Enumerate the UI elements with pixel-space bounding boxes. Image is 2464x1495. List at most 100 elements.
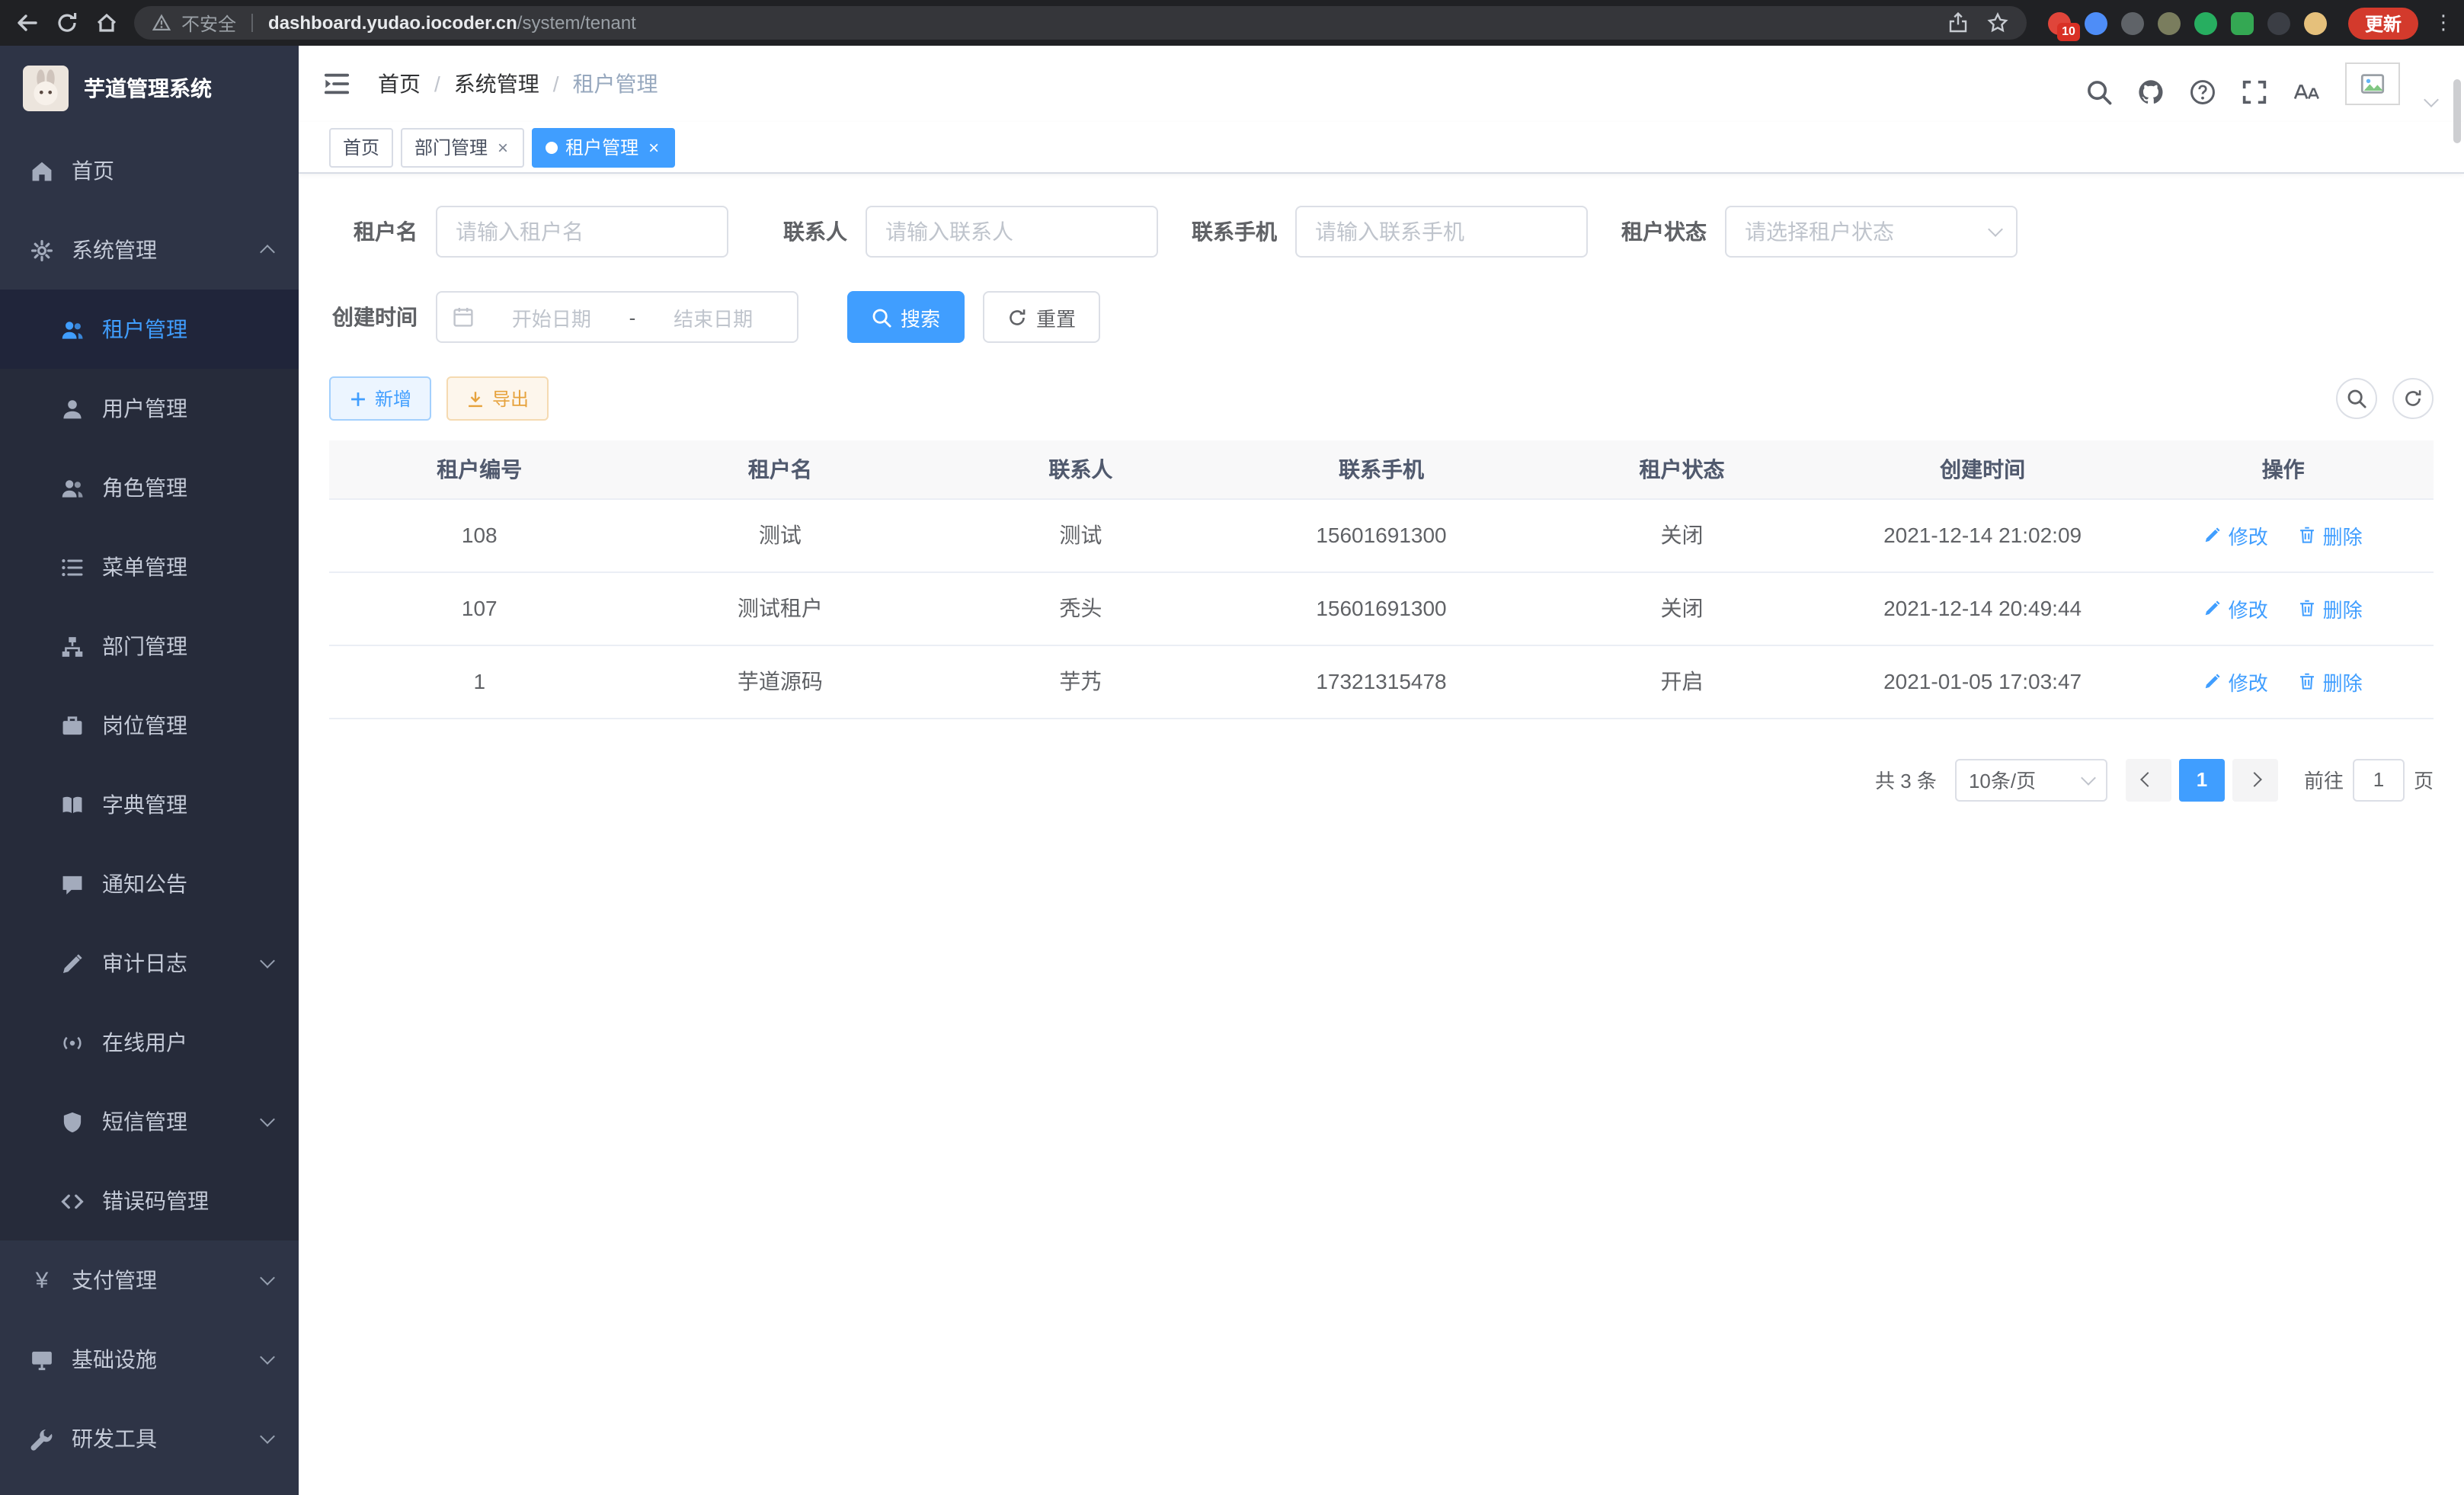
sidebar-item-system-management[interactable]: 系统管理 <box>0 210 299 290</box>
filter-create-time: 创建时间 开始日期 - 结束日期 <box>329 291 798 343</box>
browser-reload-icon[interactable] <box>55 11 79 35</box>
tab-dept-management[interactable]: 部门管理 <box>401 127 524 167</box>
sidebar-item-notice[interactable]: 通知公告 <box>0 844 299 924</box>
address-divider <box>251 14 253 32</box>
font-size-icon[interactable] <box>2293 79 2319 105</box>
delete-link[interactable]: 删除 <box>2299 520 2363 549</box>
close-icon[interactable] <box>646 136 661 158</box>
end-date-placeholder[interactable]: 结束日期 <box>645 303 782 331</box>
sidebar-item-role-management[interactable]: 角色管理 <box>0 448 299 527</box>
sidebar-item-sms-management[interactable]: 短信管理 <box>0 1082 299 1161</box>
goto-page-input[interactable] <box>2353 758 2405 801</box>
sidebar-item-online-users[interactable]: 在线用户 <box>0 1003 299 1082</box>
pencil-icon <box>2204 672 2222 690</box>
sidebar-item-label: 研发工具 <box>72 1423 157 1454</box>
prev-page-button[interactable] <box>2126 758 2171 801</box>
edit-link[interactable]: 修改 <box>2204 520 2268 549</box>
sidebar-item-home[interactable]: 首页 <box>0 131 299 210</box>
sidebar-item-dept-management[interactable]: 部门管理 <box>0 607 299 686</box>
delete-link[interactable]: 删除 <box>2299 594 2363 623</box>
extension-icon[interactable] <box>2231 11 2254 34</box>
sidebar-item-label: 租户管理 <box>102 314 187 344</box>
extension-icon[interactable] <box>2121 11 2144 34</box>
cell-tenant-id: 107 <box>329 571 630 645</box>
briefcase-icon <box>61 714 84 737</box>
status-select[interactable]: 请选择租户状态 <box>1725 206 2018 258</box>
avatar[interactable] <box>2345 62 2400 105</box>
mobile-input[interactable] <box>1295 206 1588 258</box>
sidebar-collapse-icon[interactable] <box>323 70 350 98</box>
page-number-button[interactable]: 1 <box>2179 758 2225 801</box>
search-icon[interactable] <box>2086 79 2112 105</box>
add-button[interactable]: 新增 <box>329 376 431 421</box>
search-button-label: 搜索 <box>901 303 940 331</box>
date-range-input[interactable]: 开始日期 - 结束日期 <box>436 291 798 343</box>
tab-tenant-management[interactable]: 租户管理 <box>532 127 675 167</box>
fullscreen-icon[interactable] <box>2242 79 2267 105</box>
next-page-button[interactable] <box>2232 758 2278 801</box>
contact-input[interactable] <box>866 206 1158 258</box>
page-size-select[interactable]: 10条/页 <box>1955 758 2107 801</box>
toggle-search-button[interactable] <box>2336 378 2377 419</box>
sidebar-item-post-management[interactable]: 岗位管理 <box>0 686 299 765</box>
users-icon <box>61 318 84 341</box>
sidebar-item-user-management[interactable]: 用户管理 <box>0 369 299 448</box>
extension-icon[interactable] <box>2158 11 2181 34</box>
security-label[interactable]: 不安全 <box>181 10 236 36</box>
delete-label: 删除 <box>2323 667 2363 696</box>
reset-button[interactable]: 重置 <box>983 291 1100 343</box>
delete-link[interactable]: 删除 <box>2299 667 2363 696</box>
bookmark-star-icon[interactable] <box>1987 12 2008 34</box>
browser-home-icon[interactable] <box>94 11 119 35</box>
tenant-name-input[interactable] <box>436 206 728 258</box>
cell-actions: 修改 删除 <box>2133 498 2434 571</box>
cell-mobile: 15601691300 <box>1231 498 1532 571</box>
logo[interactable]: 芋道管理系统 <box>0 46 299 131</box>
extension-icon[interactable] <box>2304 11 2327 34</box>
close-icon[interactable] <box>495 136 510 158</box>
sidebar-item-infrastructure[interactable]: 基础设施 <box>0 1320 299 1399</box>
avatar-caret-icon[interactable] <box>2424 92 2439 107</box>
github-icon[interactable] <box>2138 79 2164 105</box>
sidebar-item-tenant-management[interactable]: 租户管理 <box>0 290 299 369</box>
breadcrumb-system[interactable]: 系统管理 <box>421 69 539 99</box>
sidebar-item-payment[interactable]: ¥ 支付管理 <box>0 1240 299 1320</box>
browser-back-icon[interactable] <box>15 11 40 35</box>
sidebar-item-dict-management[interactable]: 字典管理 <box>0 765 299 844</box>
tab-home[interactable]: 首页 <box>329 127 393 167</box>
export-button[interactable]: 导出 <box>446 376 549 421</box>
scrollbar-thumb[interactable] <box>2453 79 2461 143</box>
help-icon[interactable] <box>2190 79 2216 105</box>
sidebar-item-menu-management[interactable]: 菜单管理 <box>0 527 299 607</box>
total-count: 共 3 条 <box>1875 765 1937 794</box>
search-button[interactable]: 搜索 <box>847 291 965 343</box>
share-icon[interactable] <box>1947 12 1969 34</box>
sidebar-item-label: 审计日志 <box>102 948 187 978</box>
refresh-table-button[interactable] <box>2392 378 2434 419</box>
extension-icon[interactable]: 10 <box>2048 11 2071 34</box>
edit-link[interactable]: 修改 <box>2204 667 2268 696</box>
sidebar-item-label: 通知公告 <box>102 869 187 899</box>
delete-label: 删除 <box>2323 520 2363 549</box>
sidebar-item-audit-log[interactable]: 审计日志 <box>0 924 299 1003</box>
reset-button-label: 重置 <box>1036 303 1076 331</box>
column-header: 租户编号 <box>329 440 630 498</box>
sidebar-item-dev-tools[interactable]: 研发工具 <box>0 1399 299 1478</box>
breadcrumb-home[interactable]: 首页 <box>378 69 421 99</box>
broken-image-icon <box>2360 72 2385 96</box>
browser-menu-icon[interactable] <box>2434 9 2449 37</box>
edit-link[interactable]: 修改 <box>2204 594 2268 623</box>
signal-icon <box>61 1031 84 1054</box>
table-row: 108 测试 测试 15601691300 关闭 2021-12-14 21:0… <box>329 498 2434 571</box>
chrome-update-button[interactable]: 更新 <box>2348 7 2418 39</box>
start-date-placeholder[interactable]: 开始日期 <box>483 303 620 331</box>
trash-icon <box>2299 599 2317 617</box>
address-bar[interactable]: 不安全 dashboard.yudao.iocoder.cn/system/te… <box>134 6 2027 40</box>
extension-icon[interactable] <box>2194 11 2217 34</box>
extension-icon[interactable] <box>2085 11 2107 34</box>
sidebar-item-error-code[interactable]: 错误码管理 <box>0 1161 299 1240</box>
org-tree-icon <box>61 635 84 658</box>
tab-label: 租户管理 <box>565 134 638 160</box>
app-header: 首页 系统管理 租户管理 <box>299 46 2464 122</box>
extension-icon[interactable] <box>2267 11 2290 34</box>
